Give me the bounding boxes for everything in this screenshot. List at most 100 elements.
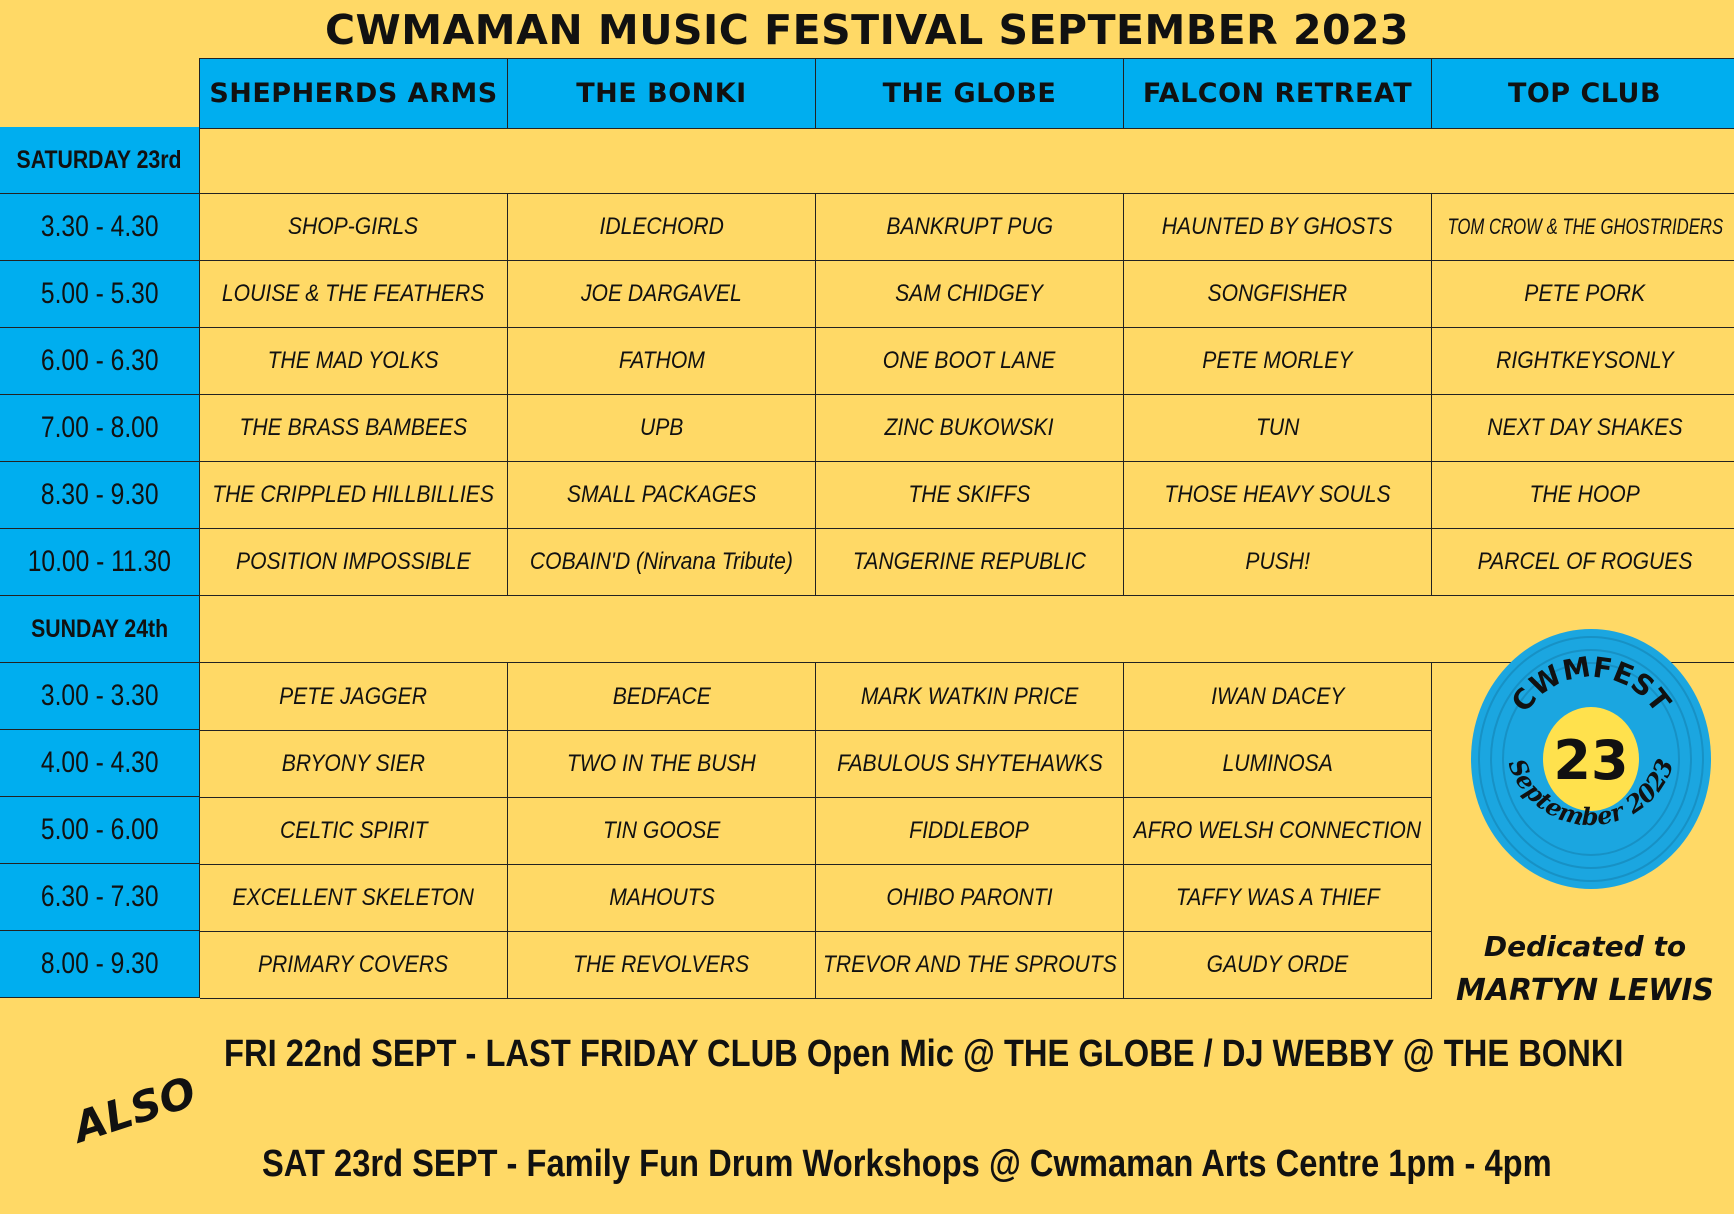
act-cell: EXCELLENT SKELETON <box>200 864 508 931</box>
act-name: TIN GOOSE <box>602 816 721 844</box>
act-cell: TAFFY WAS A THIEF <box>1124 864 1432 931</box>
act-name: BEDFACE <box>612 682 711 710</box>
time-slot: 10.00 - 11.30 <box>0 529 200 595</box>
act-cell: LOUISE & THE FEATHERS <box>200 261 508 327</box>
schedule-row: 8.30 - 9.30 THE CRIPPLED HILLBILLIES SMALL… <box>0 462 1734 529</box>
act-name: SMALL PACKAGES <box>566 481 757 508</box>
page-title: CWMAMAN MUSIC FESTIVAL SEPTEMBER 2023 <box>324 6 1410 54</box>
act-cell: NEXT DAY SHAKES <box>1432 395 1734 461</box>
schedule-row-cells: PRIMARY COVERS THE REVOLVERS TREVOR AND TH… <box>200 931 1432 999</box>
act-name: JOE DARGAVEL <box>581 280 742 307</box>
act-cell: AFRO WELSH CONNECTION <box>1124 797 1432 864</box>
act-cell: ONE BOOT LANE <box>816 328 1124 394</box>
act-cell: BEDFACE <box>508 663 816 730</box>
act-name: TWO IN THE BUSH <box>567 749 756 777</box>
act-name: TUN <box>1255 414 1300 441</box>
act-name: RIGHTKEYSONLY <box>1496 347 1674 374</box>
act-name: FIDDLEBOP <box>909 816 1030 844</box>
act-cell: MARK WATKIN PRICE <box>816 663 1124 730</box>
act-cell: LUMINOSA <box>1124 730 1432 797</box>
act-name: TANGERINE REPUBLIC <box>852 548 1087 575</box>
act-cell: MAHOUTS <box>508 864 816 931</box>
schedule-row-cells: CELTIC SPIRIT TIN GOOSE FIDDLEBOP AFRO WELS… <box>200 797 1432 865</box>
act-cell: HAUNTED BY GHOSTS <box>1124 194 1432 260</box>
act-name: THE CRIPPLED HILLBILLIES <box>212 481 495 508</box>
act-name: MARK WATKIN PRICE <box>860 682 1079 710</box>
act-cell: SHOP-GIRLS <box>200 194 508 260</box>
act-cell: SAM CHIDGEY <box>816 261 1124 327</box>
act-name: EXCELLENT SKELETON <box>232 883 475 911</box>
act-cell: THE REVOLVERS <box>508 931 816 998</box>
act-cell: PUSH! <box>1124 529 1432 595</box>
act-name: LOUISE & THE FEATHERS <box>222 280 485 307</box>
schedule-row-cells: EXCELLENT SKELETON MAHOUTS OHIBO PARONTI TA… <box>200 864 1432 932</box>
act-cell: FIDDLEBOP <box>816 797 1124 864</box>
dedication-line1: Dedicated to <box>1483 930 1687 963</box>
act-cell: UPB <box>508 395 816 461</box>
time-slot-text: 8.30 - 9.30 <box>40 478 159 511</box>
act-name: ONE BOOT LANE <box>883 347 1056 374</box>
time-slot-text: 5.00 - 5.30 <box>40 277 159 310</box>
act-name: UPB <box>639 414 684 441</box>
act-cell: PETE MORLEY <box>1124 328 1432 394</box>
dedication: Dedicated to MARTYN LEWIS <box>1450 930 1720 1008</box>
act-cell: BRYONY SIER <box>200 730 508 797</box>
time-slot-text: 3.00 - 3.30 <box>40 679 159 712</box>
act-cell: COBAIN'D (Nirvana Tribute) <box>508 529 816 595</box>
time-slot-text: 4.00 - 4.30 <box>40 746 159 779</box>
act-name: THE REVOLVERS <box>573 950 750 978</box>
act-cell: SMALL PACKAGES <box>508 462 816 528</box>
act-name: THE BRASS BAMBEES <box>239 414 468 441</box>
act-cell: TREVOR AND THE SPROUTS <box>816 931 1124 998</box>
act-name: SHOP-GIRLS <box>288 213 419 240</box>
schedule-row-cells: BRYONY SIER TWO IN THE BUSH FABULOUS SHYTE… <box>200 730 1432 798</box>
time-slot-text: 6.00 - 6.30 <box>40 344 159 377</box>
time-slot: 8.30 - 9.30 <box>0 462 200 528</box>
venue-header-row: SHEPHERDS ARMS THE BONKI THE GLOBE FALCO… <box>199 58 1734 129</box>
time-slot-text: 5.00 - 6.00 <box>40 813 159 846</box>
day-row: SATURDAY 23rd <box>0 127 1734 194</box>
act-cell: PARCEL OF ROGUES <box>1432 529 1734 595</box>
day-label: SUNDAY 24th <box>0 596 200 662</box>
act-name: PARCEL OF ROGUES <box>1477 548 1693 575</box>
act-name: GAUDY ORDE <box>1206 950 1349 978</box>
day-row-spacer <box>200 127 1734 193</box>
act-name: THE MAD YOLKS <box>268 347 439 374</box>
also-label: ALSO <box>67 1066 202 1153</box>
act-name: THE HOOP <box>1529 481 1641 508</box>
venue-header: THE BONKI <box>507 59 815 128</box>
act-name: PETE PORK <box>1524 280 1646 307</box>
schedule-row: 10.00 - 11.30 POSITION IMPOSSIBLE COBAIN'D… <box>0 529 1734 596</box>
act-name: FATHOM <box>618 347 705 374</box>
act-cell: THE BRASS BAMBEES <box>200 395 508 461</box>
time-slot: 4.00 - 4.30 <box>0 730 200 797</box>
act-cell: POSITION IMPOSSIBLE <box>200 529 508 595</box>
act-cell: PETE JAGGER <box>200 663 508 730</box>
time-slot-text: 8.00 - 9.30 <box>40 947 159 980</box>
act-cell: FATHOM <box>508 328 816 394</box>
time-slot: 5.00 - 6.00 <box>0 797 200 864</box>
act-name: THE SKIFFS <box>908 481 1031 508</box>
act-cell: BANKRUPT PUG <box>816 194 1124 260</box>
venue-header: THE GLOBE <box>815 59 1123 128</box>
act-name: IWAN DACEY <box>1210 682 1345 710</box>
day-label: SATURDAY 23rd <box>0 127 200 193</box>
act-cell: RIGHTKEYSONLY <box>1432 328 1734 394</box>
act-cell: THE CRIPPLED HILLBILLIES <box>200 462 508 528</box>
time-slot: 7.00 - 8.00 <box>0 395 200 461</box>
act-cell: GAUDY ORDE <box>1124 931 1432 998</box>
time-slot: 3.00 - 3.30 <box>0 663 200 730</box>
act-cell: CELTIC SPIRIT <box>200 797 508 864</box>
time-slot-text: 6.30 - 7.30 <box>40 880 159 913</box>
schedule-row-cells: PETE JAGGER BEDFACE MARK WATKIN PRICE IWAN … <box>200 663 1432 731</box>
act-name: OHIBO PARONTI <box>886 883 1053 911</box>
act-name: IDLECHORD <box>599 213 724 240</box>
act-name: BANKRUPT PUG <box>886 213 1053 240</box>
act-cell: TIN GOOSE <box>508 797 816 864</box>
time-slot: 6.30 - 7.30 <box>0 864 200 931</box>
act-name: NEXT DAY SHAKES <box>1487 414 1683 441</box>
act-name: CELTIC SPIRIT <box>279 816 428 844</box>
logo-center-text: 23 <box>1553 729 1628 792</box>
act-name: SONGFISHER <box>1207 280 1348 307</box>
saturday-note: SAT 23rd SEPT - Family Fun Drum Workshop… <box>262 1143 1552 1185</box>
